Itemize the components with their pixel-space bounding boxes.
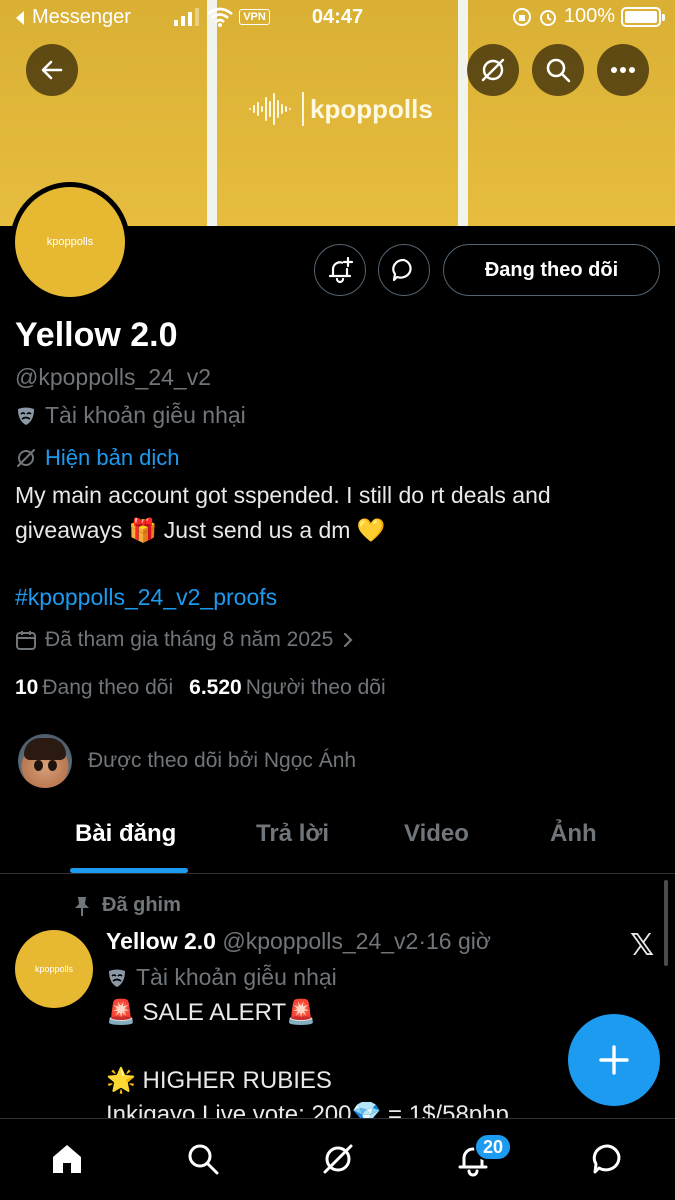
grok-button[interactable] [467, 44, 519, 96]
post-text-line: 🌟 HIGHER RUBIES [106, 1067, 332, 1094]
message-bubble-icon [592, 1144, 621, 1174]
followed-by-text: Được theo dõi bởi Ngọc Ánh [88, 749, 357, 772]
post-author-avatar[interactable]: kpoppolls [15, 930, 93, 1008]
search-icon [546, 58, 571, 83]
tab-replies[interactable]: Trả lời [256, 820, 329, 848]
post-author-handle: @kpoppolls_24_v2 [222, 928, 419, 954]
grok-icon [481, 58, 505, 82]
scrollbar[interactable] [664, 880, 668, 966]
notify-button[interactable] [314, 244, 366, 296]
status-icons: VPN 100% [173, 5, 665, 28]
battery-percentage: 100% [563, 5, 615, 27]
banner-logo: kpoppolls [248, 92, 433, 126]
bell-plus-icon [328, 256, 354, 284]
mask-icon [109, 969, 125, 987]
more-dots-icon [611, 67, 635, 73]
nav-search[interactable] [183, 1139, 223, 1179]
follower-avatar [18, 734, 72, 788]
bio-hashtag-link[interactable]: #kpoppolls_24_v2_proofs [15, 584, 277, 611]
bottom-nav [0, 1118, 675, 1200]
post-parody-label: Tài khoản giễu nhại [106, 964, 337, 991]
nav-messages[interactable] [588, 1139, 628, 1179]
rotation-lock-icon [512, 7, 531, 26]
post-separator: · [418, 928, 426, 954]
plus-icon [599, 1045, 629, 1075]
pinned-text: Đã ghim [102, 894, 181, 916]
follow-counts: 10 Đang theo dõi 6.520 Người theo dõi [15, 676, 386, 700]
post-parody-text: Tài khoản giễu nhại [136, 964, 337, 990]
signal-icon [174, 7, 200, 26]
logo-divider [302, 92, 304, 126]
active-tab-indicator [70, 868, 188, 873]
wifi-icon [207, 7, 234, 27]
parody-label: Tài khoản giễu nhại [15, 402, 246, 429]
alarm-icon [539, 9, 556, 26]
chevron-right-icon [344, 632, 353, 648]
profile-tabs: Bài đăng Trả lời Video Ảnh [0, 802, 675, 874]
pin-icon [75, 896, 89, 916]
following-button[interactable]: Đang theo dõi [443, 244, 660, 296]
tab-posts[interactable]: Bài đăng [75, 820, 176, 848]
profile-handle: @kpoppolls_24_v2 [15, 364, 211, 390]
grok-icon [323, 1144, 353, 1174]
calendar-icon [16, 631, 36, 650]
followers-count-link[interactable]: 6.520 Người theo dõi [189, 676, 385, 700]
followers-count: 6.520 [189, 676, 242, 699]
home-icon [53, 1145, 81, 1173]
post-avatar-logo: kpoppolls [34, 964, 74, 974]
following-count: 10 [15, 676, 39, 699]
joined-text: Đã tham gia tháng 8 năm 2025 [45, 628, 334, 651]
status-bar: Messenger 04:47 VPN 100% [0, 0, 675, 36]
banner-logo-text: kpoppolls [310, 93, 433, 124]
message-bubble-icon [392, 258, 412, 282]
post-time[interactable]: 16 giờ [426, 928, 491, 954]
translate-text: Hiện bản dịch [45, 445, 180, 470]
battery-icon [621, 6, 665, 27]
tab-video[interactable]: Video [404, 820, 469, 848]
profile-bio: My main account got sspended. I still do… [15, 482, 551, 543]
nav-grok[interactable] [318, 1139, 358, 1179]
vpn-badge: VPN [239, 8, 270, 25]
post-header: Yellow 2.0 @kpoppolls_24_v2·16 giờ [106, 928, 491, 955]
tab-photos[interactable]: Ảnh [550, 820, 597, 848]
back-button[interactable] [26, 44, 78, 96]
search-icon [188, 1144, 219, 1175]
following-label: Đang theo dõi [42, 676, 174, 699]
compose-button[interactable] [568, 1014, 660, 1106]
translate-link[interactable]: Hiện bản dịch [15, 445, 180, 471]
soundwave-icon [249, 93, 291, 125]
followers-label: Người theo dõi [245, 676, 386, 699]
post-author-name[interactable]: Yellow 2.0 [106, 928, 216, 954]
pinned-label: Đã ghim [72, 894, 181, 917]
profile-avatar[interactable]: kpoppolls [10, 182, 130, 302]
joined-date[interactable]: Đã tham gia tháng 8 năm 2025 [15, 628, 355, 652]
arrow-left-icon [41, 60, 63, 80]
followed-by-row[interactable]: Được theo dõi bởi Ngọc Ánh [18, 734, 356, 788]
profile-name: Yellow 2.0 [15, 316, 178, 354]
grok-icon [17, 449, 35, 467]
following-count-link[interactable]: 10 Đang theo dõi [15, 676, 173, 700]
avatar-logo-text: kpoppolls [46, 236, 94, 248]
nav-home[interactable] [47, 1139, 87, 1179]
more-button[interactable] [597, 44, 649, 96]
message-button[interactable] [378, 244, 430, 296]
profile-avatar-image: kpoppolls [15, 187, 125, 297]
search-button[interactable] [532, 44, 584, 96]
post-text-line: Inkigayo Live vote: 200💎 = 1$/58php [106, 1101, 509, 1118]
notification-badge: 20 [474, 1133, 512, 1161]
mask-icon [18, 407, 34, 425]
x-logo-icon: 𝕏 [630, 929, 655, 962]
parody-text: Tài khoản giễu nhại [45, 402, 246, 428]
post-text-line: 🚨 SALE ALERT🚨 [106, 999, 317, 1026]
